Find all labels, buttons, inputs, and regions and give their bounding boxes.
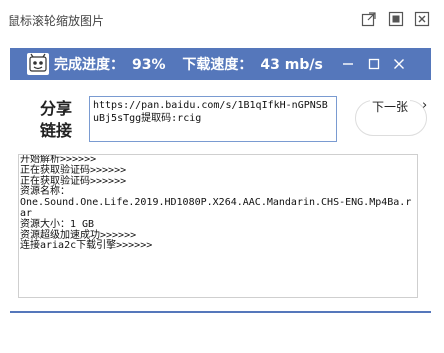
close-icon[interactable] [391, 56, 407, 72]
share-link-input[interactable]: https://pan.baidu.com/s/1B1qIfkH-nGPNSBu… [89, 96, 337, 142]
next-button-label[interactable]: 下一张 [370, 98, 411, 115]
log-line: 正在获取验证码>>>>>> [20, 175, 127, 187]
progress-header: 完成进度： 93% 下载速度： 43 mb/s [10, 48, 431, 80]
log-line: 连接aria2c下载引擎>>>>>> [20, 240, 153, 252]
window-title: 鼠标滚轮缩放图片 [8, 14, 105, 28]
chevron-right-icon[interactable]: › [422, 98, 427, 113]
log-output: 开始解析>>>>>> 正在获取验证码>>>>>> 正在获取验证码>>>>>> 资… [18, 154, 418, 298]
bottom-divider [10, 311, 431, 313]
downloader-window: 完成进度： 93% 下载速度： 43 mb/s 分享 链接 https://pan.… [10, 40, 431, 350]
speed-label: 下载速度： [182, 57, 253, 73]
minimize-icon[interactable] [340, 56, 356, 72]
log-line: 正在获取验证码>>>>>> [20, 164, 127, 176]
share-link-label: 分享 链接 [36, 98, 76, 142]
open-external-icon[interactable] [361, 11, 377, 27]
share-label-line1: 分享 [39, 99, 72, 118]
complete-label: 完成进度： [54, 57, 124, 73]
speed-value: 43 mb/s [260, 57, 323, 73]
outer-title-bar: 鼠标滚轮缩放图片 [0, 0, 444, 40]
app-logo-icon [27, 53, 49, 75]
restore-icon[interactable] [388, 11, 404, 27]
progress-status: 完成进度： 93% 下载速度： 43 mb/s [54, 54, 331, 74]
complete-value: 93% [132, 57, 166, 73]
log-line: One.Sound.One.Life.2019.HD1080P.X264.AAC… [20, 197, 412, 219]
close-icon[interactable] [414, 11, 430, 27]
maximize-icon[interactable] [366, 56, 382, 72]
log-line: 资源大小：1 GB [20, 218, 95, 230]
share-label-line2: 链接 [39, 121, 72, 140]
